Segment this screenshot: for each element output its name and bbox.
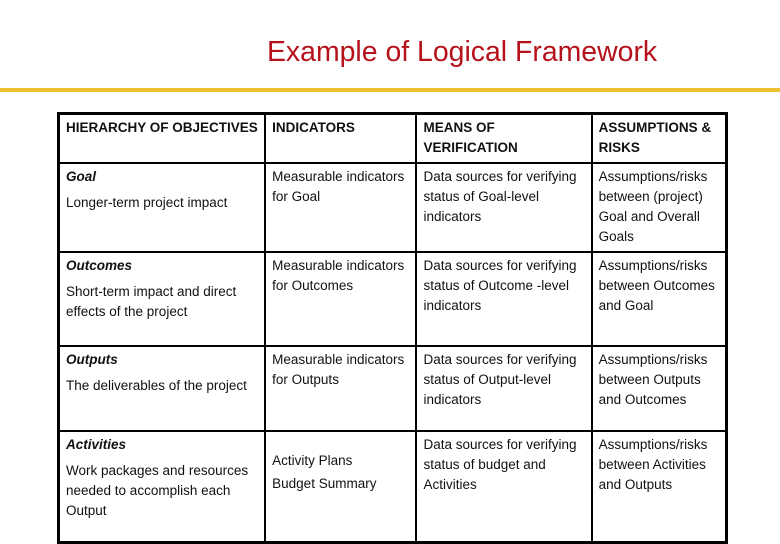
title-divider	[0, 88, 780, 92]
header-indicators: INDICATORS	[264, 112, 418, 164]
slide-title-text: Example of Logical Framework	[266, 36, 658, 68]
indicators-cell: Measurable indicators for Goal	[264, 162, 418, 253]
indicator-item: Budget Summary	[272, 476, 377, 491]
level-description: Longer-term project impact	[66, 195, 228, 210]
hierarchy-cell: Goal Longer-term project impact	[57, 162, 267, 253]
assumptions-cell: Assumptions/risks between Outcomes and G…	[590, 251, 728, 347]
level-label: Outcomes	[66, 258, 133, 273]
level-label: Goal	[66, 169, 97, 184]
hierarchy-cell: Outputs The deliverables of the project	[57, 345, 267, 432]
table-row-outcomes: Outcomes Short-term impact and direct ef…	[57, 251, 728, 347]
assumptions-cell: Assumptions/risks between Outputs and Ou…	[590, 345, 728, 432]
indicator-item: Activity Plans	[272, 453, 353, 468]
assumptions-cell: Assumptions/risks between Activities and…	[590, 430, 728, 544]
hierarchy-cell: Activities Work packages and resources n…	[57, 430, 267, 544]
level-description: The deliverables of the project	[66, 378, 247, 393]
level-description: Work packages and resources needed to ac…	[66, 463, 249, 518]
table-row-outputs: Outputs The deliverables of the project …	[57, 345, 728, 432]
verification-cell: Data sources for verifying status of Goa…	[415, 162, 593, 253]
table-row-goal: Goal Longer-term project impact Measurab…	[57, 162, 728, 253]
indicators-cell: Activity Plans Budget Summary	[264, 430, 418, 544]
verification-cell: Data sources for verifying status of Out…	[415, 345, 593, 432]
verification-cell: Data sources for verifying status of bud…	[415, 430, 593, 544]
level-label: Activities	[66, 437, 127, 452]
verification-cell: Data sources for verifying status of Out…	[415, 251, 593, 347]
table-header-row: HIERARCHY OF OBJECTIVES INDICATORS MEANS…	[57, 112, 728, 164]
header-hierarchy: HIERARCHY OF OBJECTIVES	[57, 112, 267, 164]
indicators-cell: Measurable indicators for Outcomes	[264, 251, 418, 347]
slide-title: Example of Logical Framework	[0, 36, 780, 69]
table-row-activities: Activities Work packages and resources n…	[57, 430, 728, 544]
level-label: Outputs	[66, 352, 118, 367]
hierarchy-cell: Outcomes Short-term impact and direct ef…	[57, 251, 267, 347]
assumptions-cell: Assumptions/risks between (project) Goal…	[590, 162, 728, 253]
logframe-table: HIERARCHY OF OBJECTIVES INDICATORS MEANS…	[57, 112, 728, 544]
indicators-cell: Measurable indicators for Outputs	[264, 345, 418, 432]
level-description: Short-term impact and direct effects of …	[66, 284, 237, 319]
header-assumptions: ASSUMPTIONS & RISKS	[590, 112, 728, 164]
header-verification: MEANS OF VERIFICATION	[415, 112, 593, 164]
